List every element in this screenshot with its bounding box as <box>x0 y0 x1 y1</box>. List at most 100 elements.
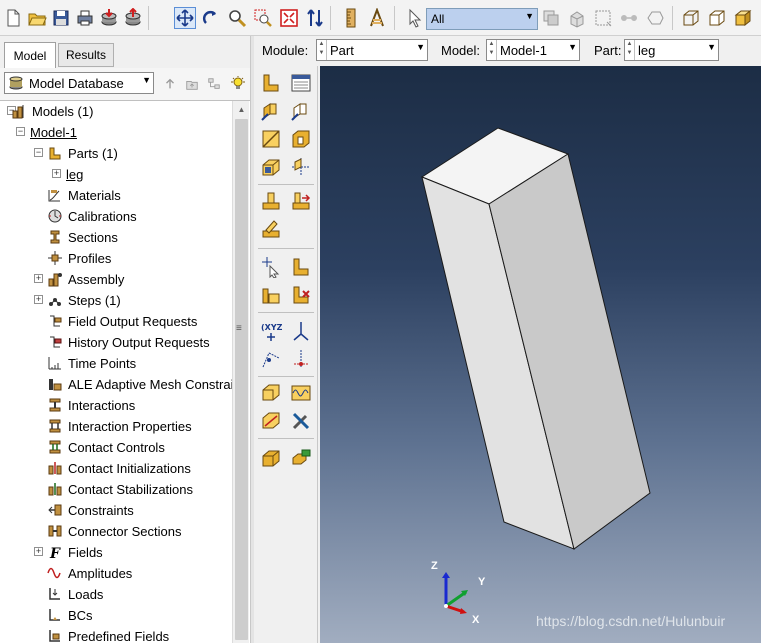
contact-controls-icon <box>46 438 64 456</box>
tree-item-predefined-fields[interactable]: Predefined Fields <box>46 626 169 643</box>
expand-icon[interactable]: + <box>52 169 61 178</box>
partition-face-icon[interactable] <box>258 188 284 214</box>
mesh-wave-icon[interactable] <box>288 380 314 406</box>
tree-item-leg[interactable]: leg <box>66 164 83 184</box>
collapse-icon[interactable]: − <box>34 148 43 157</box>
expand-icon[interactable]: + <box>34 547 43 556</box>
tree-item-contact-stabilizations[interactable]: Contact Stabilizations <box>46 479 193 499</box>
selection-filter-dropdown[interactable]: All ▼ <box>426 8 538 30</box>
tree-item-amplitudes[interactable]: Amplitudes <box>46 563 132 583</box>
tree-item-field-output[interactable]: Field Output Requests <box>46 311 197 331</box>
ruler-icon[interactable] <box>340 7 362 29</box>
node-select-icon[interactable] <box>618 7 640 29</box>
partition-cell-icon[interactable] <box>288 188 314 214</box>
partition-edge-icon[interactable] <box>258 216 284 242</box>
svg-text:(XYZ): (XYZ) <box>261 323 282 332</box>
lightbulb-icon[interactable] <box>228 74 248 94</box>
query-select-icon[interactable] <box>258 254 284 280</box>
create-set-icon[interactable] <box>258 380 284 406</box>
tree-item-calibrations[interactable]: Calibrations <box>46 206 137 226</box>
select-arrow-icon[interactable] <box>404 7 426 29</box>
tree-filter-icon[interactable] <box>204 74 224 94</box>
scroll-up-icon[interactable]: ▲ <box>233 101 250 117</box>
create-surface-icon[interactable] <box>258 408 284 434</box>
hidden-line-icon[interactable] <box>706 7 728 29</box>
print-icon[interactable] <box>74 7 96 29</box>
create-datum-icon[interactable] <box>288 154 314 180</box>
tree-item-bcs[interactable]: BCs <box>46 605 93 625</box>
tree-item-history-output[interactable]: History Output Requests <box>46 332 210 352</box>
model-database-dropdown[interactable]: Model Database ▼ <box>4 72 154 94</box>
part-manager-icon[interactable] <box>288 70 314 96</box>
translate-instance-icon[interactable] <box>288 444 314 470</box>
graphics-viewport[interactable]: Z Y X https://blog.csdn.net/Hulunbuir <box>320 66 761 643</box>
tree-item-materials[interactable]: Materials <box>46 185 121 205</box>
tree-item-sections[interactable]: Sections <box>46 227 118 247</box>
tab-model[interactable]: Model <box>4 42 56 68</box>
magnify-icon[interactable] <box>226 7 248 29</box>
rotate-icon[interactable] <box>200 7 222 29</box>
copy-icon[interactable] <box>540 7 562 29</box>
tree-item-model-1[interactable]: Model-1 <box>30 122 77 142</box>
edit-feature-icon[interactable] <box>288 254 314 280</box>
model-value: Model-1 <box>500 42 547 58</box>
scrollbar-thumb[interactable] <box>235 119 248 640</box>
expand-icon[interactable]: + <box>34 295 43 304</box>
tree-item-contact-controls[interactable]: Contact Controls <box>46 437 165 457</box>
suppress-feature-icon[interactable] <box>258 282 284 308</box>
wireframe-icon[interactable] <box>680 7 702 29</box>
tree-scrollbar[interactable]: ▲ ≡ <box>232 101 249 643</box>
tree-item-connector-sections[interactable]: Connector Sections <box>46 521 181 541</box>
create-wire-icon[interactable] <box>258 126 284 152</box>
delete-feature-icon[interactable] <box>288 282 314 308</box>
shaded-icon[interactable] <box>732 7 754 29</box>
auto-fit-icon[interactable] <box>278 7 300 29</box>
create-datum-axis-icon[interactable] <box>288 318 314 344</box>
tree-item-contact-initializations[interactable]: Contact Initializations <box>46 458 191 478</box>
expand-icon[interactable]: + <box>34 274 43 283</box>
collapse-icon[interactable]: − <box>16 127 25 136</box>
create-datum-csys-icon[interactable] <box>288 346 314 372</box>
replace-icon[interactable] <box>566 7 588 29</box>
box-zoom-icon[interactable] <box>252 7 274 29</box>
measure-icon[interactable] <box>366 7 388 29</box>
tree-item-constraints[interactable]: Constraints <box>46 500 134 520</box>
tree-item-fields[interactable]: F Fields <box>46 542 103 562</box>
import-icon[interactable] <box>98 7 120 29</box>
collapse-up-icon[interactable] <box>160 74 180 94</box>
box-select-icon[interactable] <box>592 7 614 29</box>
create-cut-icon[interactable] <box>288 126 314 152</box>
create-datum-point-icon[interactable]: (XYZ) <box>258 318 284 344</box>
tree-item-interaction-properties[interactable]: Interaction Properties <box>46 416 192 436</box>
palette-separator <box>258 184 314 185</box>
module-dropdown[interactable]: ▲ ▼ Part ▼ <box>316 39 428 61</box>
polygon-icon[interactable] <box>644 7 666 29</box>
create-shell-icon[interactable] <box>288 98 314 124</box>
folder-up-icon[interactable] <box>182 74 202 94</box>
tree-item-steps[interactable]: Steps (1) <box>46 290 121 310</box>
tree-item-ale[interactable]: ALE Adaptive Mesh Constraints <box>46 374 232 394</box>
part-instance-icon[interactable] <box>258 444 284 470</box>
pan-icon[interactable] <box>174 7 196 29</box>
save-icon[interactable] <box>50 7 72 29</box>
tab-results[interactable]: Results <box>58 43 114 67</box>
tree-item-assembly[interactable]: Assembly <box>46 269 124 289</box>
tree-item-parts[interactable]: Parts (1) <box>46 143 118 163</box>
tools-icon[interactable] <box>288 408 314 434</box>
part-icon <box>46 144 64 162</box>
model-dropdown[interactable]: ▲ ▼ Model-1 ▼ <box>486 39 580 61</box>
tree-item-models[interactable]: Models (1) <box>10 101 93 121</box>
open-folder-icon[interactable] <box>26 7 48 29</box>
cycle-views-icon[interactable] <box>304 7 326 29</box>
part-dropdown[interactable]: ▲ ▼ leg ▼ <box>624 39 719 61</box>
export-icon[interactable] <box>122 7 144 29</box>
create-part-icon[interactable] <box>258 70 284 96</box>
tree-item-profiles[interactable]: Profiles <box>46 248 111 268</box>
create-datum-plane-icon[interactable] <box>258 346 284 372</box>
new-file-icon[interactable] <box>2 7 24 29</box>
tree-item-interactions[interactable]: Interactions <box>46 395 135 415</box>
create-solid-extrude-icon[interactable] <box>258 98 284 124</box>
create-round-icon[interactable] <box>258 154 284 180</box>
tree-item-loads[interactable]: Loads <box>46 584 103 604</box>
tree-item-time-points[interactable]: Time Points <box>46 353 136 373</box>
